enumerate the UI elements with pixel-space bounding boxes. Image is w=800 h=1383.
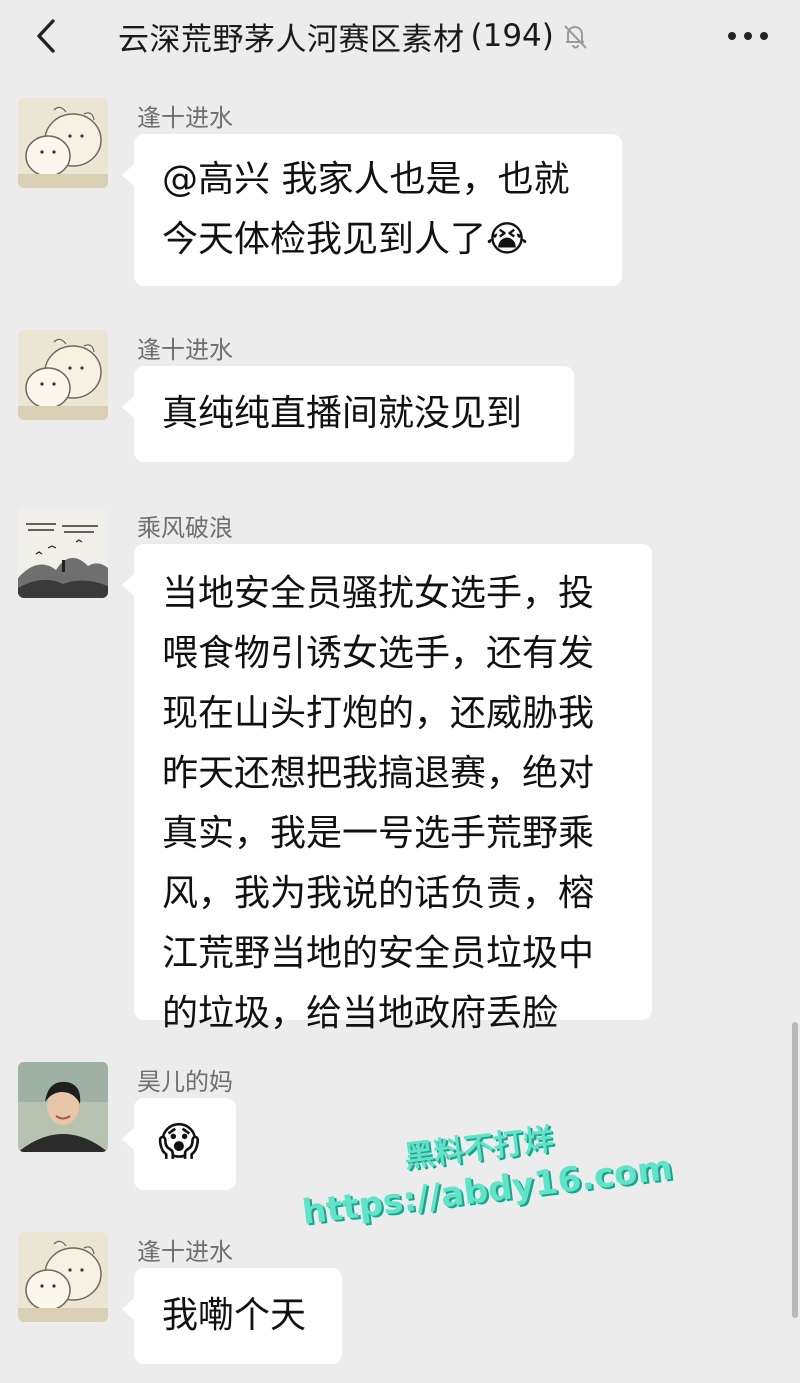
sender-name: 逢十进水	[137, 1238, 233, 1266]
message-item: 昊儿的妈 😱	[0, 1062, 800, 1202]
message-item: 逢十进水 我嘞个天	[0, 1232, 800, 1372]
more-dots-icon	[728, 32, 768, 40]
avatar[interactable]	[18, 98, 108, 188]
message-bubble[interactable]: 我嘞个天	[122, 1268, 342, 1364]
sender-name: 昊儿的妈	[137, 1068, 233, 1096]
avatar[interactable]	[18, 1062, 108, 1152]
cartoon-dogs-avatar	[18, 98, 108, 188]
chat-header: 云深荒野茅人河赛区素材 (194)	[0, 0, 800, 72]
message-item: 乘风破浪 当地安全员骚扰女选手，投 喂食物引诱女选手，还有发 现在山头打炮的，还…	[0, 508, 800, 1034]
message-line: 喂食物引诱女选手，还有发	[162, 633, 595, 674]
ink-landscape-avatar	[18, 508, 108, 598]
bell-muted-icon	[560, 21, 590, 51]
message-line: 昨天还想把我搞退赛，绝对	[162, 753, 595, 794]
message-line: @高兴 我家人也是，也就	[162, 159, 570, 200]
message-item: 逢十进水 真纯纯直播间就没见到	[0, 330, 800, 470]
message-line: 真纯纯直播间就没见到	[162, 393, 523, 434]
message-bubble[interactable]: 真纯纯直播间就没见到	[122, 366, 574, 462]
avatar[interactable]	[18, 1232, 108, 1322]
more-button[interactable]	[718, 18, 778, 54]
avatar[interactable]	[18, 330, 108, 420]
message-line: 今天体检我见到人了😭	[162, 219, 529, 260]
screaming-face-emoji: 😱	[158, 1119, 200, 1165]
person-photo-avatar	[18, 1062, 108, 1152]
crying-face-emoji: 😭	[486, 219, 529, 260]
cartoon-dogs-avatar	[18, 1232, 108, 1322]
message-line: 的垃圾，给当地政府丢脸	[162, 993, 559, 1034]
message-line: 真实，我是一号选手荒野乘	[162, 813, 595, 854]
avatar[interactable]	[18, 508, 108, 598]
member-count: (194)	[470, 18, 554, 54]
sender-name: 逢十进水	[137, 104, 233, 132]
cartoon-dogs-avatar	[18, 330, 108, 420]
chat-title-group: 云深荒野茅人河赛区素材 (194)	[118, 14, 590, 58]
message-line: 风，我为我说的话负责，榕	[162, 873, 595, 914]
message-line: 当地安全员骚扰女选手，投	[162, 573, 595, 614]
back-button[interactable]	[28, 18, 64, 54]
sender-name: 逢十进水	[137, 336, 233, 364]
chat-title: 云深荒野茅人河赛区素材	[118, 21, 465, 58]
chevron-left-icon	[37, 19, 55, 53]
message-item: 逢十进水 @高兴 我家人也是，也就 今天体检我见到人了😭	[0, 98, 800, 298]
message-line: 我嘞个天	[162, 1295, 307, 1336]
sender-name: 乘风破浪	[137, 514, 233, 542]
scrollbar[interactable]	[792, 1022, 798, 1318]
message-line: 江荒野当地的安全员垃圾中	[162, 933, 595, 974]
message-line: 现在山头打炮的，还威胁我	[162, 693, 595, 734]
message-bubble[interactable]: 当地安全员骚扰女选手，投 喂食物引诱女选手，还有发 现在山头打炮的，还威胁我 昨…	[122, 544, 652, 1034]
message-bubble[interactable]: @高兴 我家人也是，也就 今天体检我见到人了😭	[122, 134, 622, 286]
message-bubble[interactable]: 😱	[122, 1098, 236, 1190]
